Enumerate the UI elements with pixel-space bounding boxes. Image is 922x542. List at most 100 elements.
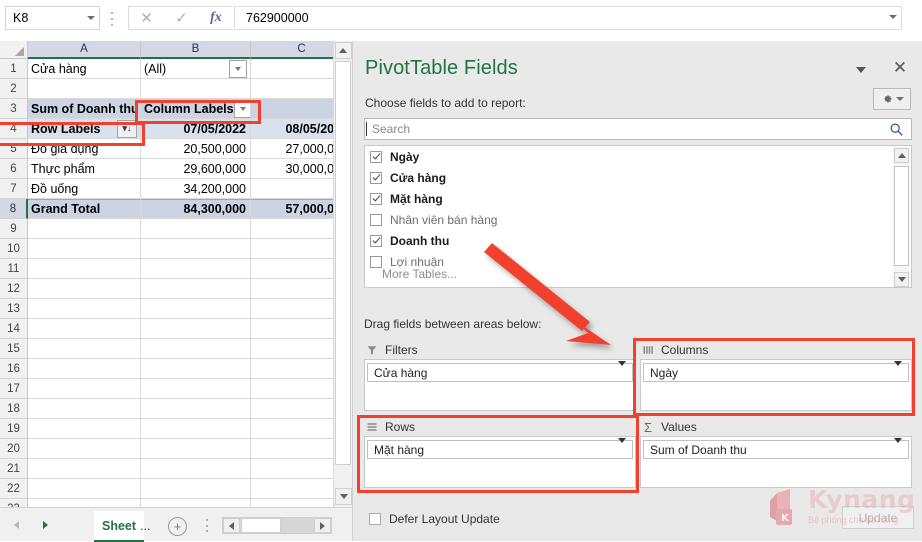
cell-B22[interactable]	[141, 479, 251, 499]
search-icon[interactable]	[886, 122, 906, 137]
cell-B8[interactable]: 84,300,000	[141, 199, 251, 219]
row-header-23[interactable]: 23	[0, 499, 28, 507]
field-list-item[interactable]: More Tables...	[365, 267, 911, 286]
field-list-item[interactable]: Cửa hàng	[365, 167, 911, 188]
cancel-icon[interactable]: ✕	[140, 11, 153, 26]
cell-A7[interactable]: Đồ uống	[28, 179, 141, 199]
cell-B23[interactable]	[141, 499, 251, 507]
cell-B1[interactable]: (All)	[141, 59, 251, 79]
columns-field-pill[interactable]: Ngày	[643, 360, 909, 382]
row-header-9[interactable]: 9	[0, 219, 28, 239]
cell-A13[interactable]	[28, 299, 141, 319]
cell-A5[interactable]: Đồ gia dụng	[28, 139, 141, 159]
formula-bar-grip[interactable]	[110, 12, 114, 26]
cell-A15[interactable]	[28, 339, 141, 359]
row-header-10[interactable]: 10	[0, 239, 28, 259]
cell-A14[interactable]	[28, 319, 141, 339]
field-list-item[interactable]: Nhân viên bán hàng	[365, 209, 911, 230]
cell-A8[interactable]: Grand Total	[28, 199, 141, 219]
checkbox-unchecked-icon[interactable]	[370, 213, 382, 226]
cell-B7[interactable]: 34,200,000	[141, 179, 251, 199]
sheet-nav-arrows[interactable]	[14, 517, 74, 533]
rows-field-pill[interactable]: Mặt hàng	[367, 437, 633, 459]
row-header-6[interactable]: 6	[0, 159, 28, 179]
cell-A9[interactable]	[28, 219, 141, 239]
checkbox-checked-icon[interactable]	[370, 234, 382, 247]
horizontal-scroll-thumb[interactable]	[241, 518, 281, 533]
cell-B12[interactable]	[141, 279, 251, 299]
filters-dropzone[interactable]: Cửa hàng	[364, 359, 636, 411]
cell-B13[interactable]	[141, 299, 251, 319]
row-header-7[interactable]: 7	[0, 179, 28, 199]
update-button[interactable]: Update	[842, 506, 914, 529]
row-header-21[interactable]: 21	[0, 459, 28, 479]
vertical-scroll-thumb[interactable]	[335, 61, 351, 465]
sheet-tab-active[interactable]: Sheet	[94, 511, 145, 542]
cell-B2[interactable]	[141, 79, 251, 99]
cell-B15[interactable]	[141, 339, 251, 359]
field-scroll-up-button[interactable]	[894, 148, 909, 163]
select-all-corner[interactable]	[0, 41, 28, 59]
formula-input[interactable]: 762900000	[234, 6, 902, 33]
row-header-18[interactable]: 18	[0, 399, 28, 419]
row-header-11[interactable]: 11	[0, 259, 28, 279]
cell-A11[interactable]	[28, 259, 141, 279]
cell-A23[interactable]	[28, 499, 141, 507]
filters-area[interactable]: Filters Cửa hàng	[364, 341, 636, 411]
cell-A21[interactable]	[28, 459, 141, 479]
field-list-item[interactable]: Doanh thu	[365, 230, 911, 251]
cell-B14[interactable]	[141, 319, 251, 339]
field-list-item[interactable]: Mặt hàng	[365, 188, 911, 209]
field-list-scrollbar[interactable]	[893, 147, 910, 287]
cell-B9[interactable]	[141, 219, 251, 239]
checkbox-checked-icon[interactable]	[370, 150, 382, 163]
scroll-down-button[interactable]	[335, 488, 352, 505]
row-labels-sort-filter-icon[interactable]: ▾↓	[117, 119, 137, 138]
row-header-4[interactable]: 4	[0, 119, 28, 139]
add-sheet-button[interactable]: +	[168, 517, 187, 536]
expand-formula-bar-icon[interactable]	[889, 15, 897, 33]
row-header-1[interactable]: 1	[0, 59, 28, 79]
cell-B19[interactable]	[141, 419, 251, 439]
field-scroll-thumb[interactable]	[894, 166, 909, 266]
cell-A1[interactable]: Cửa hàng	[28, 59, 141, 79]
cell-A22[interactable]	[28, 479, 141, 499]
cell-A4[interactable]: Row Labels ▾↓	[28, 119, 141, 139]
grid-vertical-scrollbar[interactable]	[333, 41, 352, 507]
chevron-down-icon[interactable]	[854, 63, 868, 77]
row-header-3[interactable]: 3	[0, 99, 28, 119]
cell-B16[interactable]	[141, 359, 251, 379]
row-header-8[interactable]: 8	[0, 199, 28, 219]
horizontal-scrollbar[interactable]	[222, 517, 332, 534]
report-filter-dropdown-icon[interactable]	[229, 59, 247, 78]
cell-A19[interactable]	[28, 419, 141, 439]
row-header-15[interactable]: 15	[0, 339, 28, 359]
sheet-tabs-overflow[interactable]: ...	[140, 519, 150, 533]
cell-A16[interactable]	[28, 359, 141, 379]
cell-A20[interactable]	[28, 439, 141, 459]
filters-field-pill[interactable]: Cửa hàng	[367, 360, 633, 382]
name-box-dropdown-icon[interactable]	[83, 7, 99, 29]
name-box[interactable]: K8	[5, 6, 100, 30]
cell-A17[interactable]	[28, 379, 141, 399]
row-header-12[interactable]: 12	[0, 279, 28, 299]
worksheet-grid[interactable]: ABC 123456789101112131415161718192021222…	[0, 41, 352, 507]
tools-dropdown-icon[interactable]	[895, 97, 904, 101]
row-header-22[interactable]: 22	[0, 479, 28, 499]
row-header-20[interactable]: 20	[0, 439, 28, 459]
panel-tools-button[interactable]	[873, 88, 911, 110]
column-labels-dropdown-icon[interactable]	[233, 99, 250, 118]
previous-sheet-icon[interactable]	[14, 521, 19, 529]
cell-A12[interactable]	[28, 279, 141, 299]
checkbox-checked-icon[interactable]	[370, 192, 382, 205]
check-icon[interactable]: ✓	[175, 11, 188, 26]
checkbox-unchecked-icon[interactable]	[370, 255, 382, 268]
row-header-17[interactable]: 17	[0, 379, 28, 399]
defer-checkbox-box[interactable]	[369, 513, 381, 525]
rows-dropzone[interactable]: Mặt hàng	[364, 436, 636, 488]
row-header-13[interactable]: 13	[0, 299, 28, 319]
cell-B11[interactable]	[141, 259, 251, 279]
cell-B18[interactable]	[141, 399, 251, 419]
rows-field-dropdown-icon[interactable]	[618, 437, 626, 457]
row-header-5[interactable]: 5	[0, 139, 28, 159]
